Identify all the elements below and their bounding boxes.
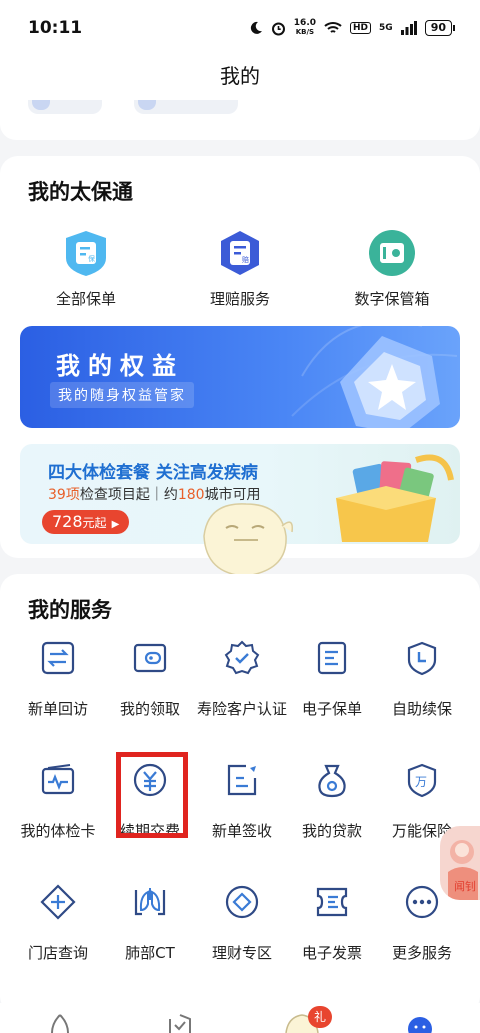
digital-safe-icon [367, 228, 417, 278]
service-new-sign[interactable]: 新单签收 [196, 760, 288, 842]
service-e-invoice[interactable]: 电子发票 [286, 882, 378, 964]
page-title: 我的 [220, 64, 260, 88]
net-speed: 16.0 KB/S [293, 18, 317, 37]
svg-text:赔: 赔 [242, 255, 249, 264]
document-icon [312, 638, 352, 678]
sign-icon [222, 760, 262, 800]
service-e-policy[interactable]: 电子保单 [286, 638, 378, 720]
hd-indicator: HD [350, 22, 372, 34]
diamond-emblem-icon [291, 326, 458, 428]
exchange-icon [38, 638, 78, 678]
service-lung-ct[interactable]: 肺部CT [104, 882, 196, 964]
tab-profile-icon[interactable] [406, 1015, 434, 1033]
quick-item-label: 数字保管箱 [354, 290, 430, 308]
more-dots-icon [402, 882, 442, 922]
service-my-claim[interactable]: 我的领取 [104, 638, 196, 720]
health-card-icon [38, 760, 78, 800]
service-label: 新单签收 [211, 822, 272, 840]
checkup-price-button[interactable]: 728元起 ▶ [42, 510, 130, 534]
svg-text:万: 万 [415, 775, 427, 789]
status-bar: 10:11 16.0 KB/S HD 5G 90 [0, 0, 480, 56]
service-label: 新单回访 [27, 700, 88, 718]
verified-badge-icon [222, 638, 262, 678]
gift-badge[interactable]: 礼 [308, 1006, 332, 1028]
gift-box-icon [336, 454, 454, 542]
wan-shield-icon: 万 [402, 760, 442, 800]
service-my-loan[interactable]: 我的贷款 [286, 760, 378, 842]
signal-icon [400, 21, 417, 35]
tab-shield-icon[interactable] [166, 1013, 194, 1033]
lungs-icon [130, 882, 170, 922]
highlight-box [116, 752, 188, 838]
alarm-icon [271, 22, 285, 35]
service-label: 我的贷款 [301, 822, 362, 840]
invoice-icon [312, 882, 352, 922]
battery-indicator: 90 [424, 20, 456, 36]
rights-banner-subtitle: 我的随身权益管家 [50, 382, 194, 408]
status-time: 10:11 [28, 18, 83, 38]
header: 我的 [0, 56, 480, 100]
service-finance-zone[interactable]: 理财专区 [196, 882, 288, 964]
section-title: 我的太保通 [28, 180, 133, 204]
service-life-auth[interactable]: 寿险客户认证 [196, 638, 288, 720]
rights-banner-title: 我的权益 [56, 352, 184, 380]
service-label: 更多服务 [391, 944, 452, 962]
service-label: 肺部CT [125, 944, 175, 962]
quick-item-label: 理赔服务 [209, 290, 270, 308]
service-label: 电子发票 [301, 944, 362, 962]
service-new-visit[interactable]: 新单回访 [12, 638, 104, 720]
network-type: 5G [379, 23, 393, 33]
store-location-icon [38, 882, 78, 922]
floating-side-badge[interactable]: 闻钊 [440, 826, 480, 900]
service-label: 门店查询 [27, 944, 88, 962]
service-health-card[interactable]: 我的体检卡 [12, 760, 104, 842]
tab-home-icon[interactable] [46, 1013, 74, 1033]
service-label: 自助续保 [391, 700, 452, 718]
money-bag-icon [312, 760, 352, 800]
quick-item-all-policies[interactable]: 保 全部保单 [16, 228, 156, 309]
scrolled-content-edge [0, 100, 480, 140]
bottom-tab-bar [0, 1003, 480, 1033]
service-store-query[interactable]: 门店查询 [12, 882, 104, 964]
section-title: 我的服务 [28, 598, 112, 622]
service-label: 我的体检卡 [20, 822, 96, 840]
rights-banner[interactable]: 我的权益 我的随身权益管家 [20, 326, 460, 428]
claim-service-icon: 赔 [215, 228, 265, 278]
mascot-illustration [203, 503, 294, 577]
moon-icon [250, 21, 262, 34]
finance-diamond-icon [222, 882, 262, 922]
quick-item-label: 全部保单 [55, 290, 116, 308]
service-self-renew[interactable]: 自助续保 [376, 638, 468, 720]
checkup-banner-title: 四大体检套餐 关注高发疾病 [48, 463, 258, 483]
wallet-icon [130, 638, 170, 678]
quick-item-digital-safe[interactable]: 数字保管箱 [322, 228, 462, 309]
service-label: 寿险客户认证 [196, 700, 287, 718]
service-label: 电子保单 [301, 700, 362, 718]
shield-clock-icon [402, 638, 442, 678]
status-icons: 16.0 KB/S HD 5G 90 [249, 18, 456, 37]
quick-item-claims[interactable]: 赔 理赔服务 [170, 228, 310, 309]
service-label: 我的领取 [119, 700, 180, 718]
service-label: 理财专区 [211, 944, 272, 962]
wifi-icon [324, 22, 342, 33]
policy-shield-icon: 保 [61, 228, 111, 278]
svg-text:保: 保 [88, 254, 95, 263]
